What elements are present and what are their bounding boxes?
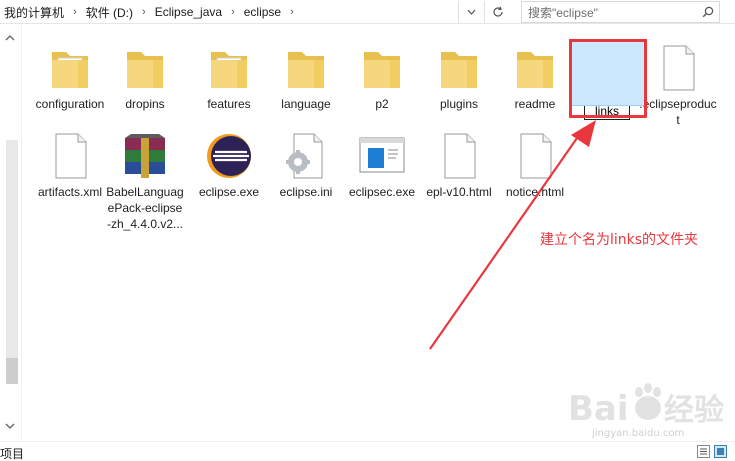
file-item-label: eclipse.exe xyxy=(198,185,260,199)
chevron-right-icon[interactable]: › xyxy=(285,6,299,18)
address-tools xyxy=(458,1,514,23)
file-item-dropins[interactable]: dropins xyxy=(106,40,184,112)
search-placeholder: 搜索"eclipse" xyxy=(528,5,598,20)
folder-icon xyxy=(431,40,487,96)
file-item-features[interactable]: features xyxy=(190,40,268,112)
file-item-label: features xyxy=(207,97,251,111)
annotation-text: 建立个名为links的文件夹 xyxy=(540,232,699,248)
file-item-label: p2 xyxy=(375,97,389,111)
refresh-icon[interactable] xyxy=(484,1,510,23)
file-item-artifacts-xml[interactable]: artifacts.xml xyxy=(31,128,109,200)
breadcrumb: 我的计算机 › 软件 (D:) › Eclipse_java › eclipse… xyxy=(0,0,480,24)
breadcrumb-computer[interactable]: 我的计算机 xyxy=(0,4,68,21)
folder-icon xyxy=(507,40,563,96)
watermark-url: jingyan.baidu.com xyxy=(592,428,685,439)
file-item-eclipse-ini[interactable]: eclipse.ini xyxy=(267,128,345,200)
file-item-label: plugins xyxy=(439,97,479,111)
file-item-label: BabelLanguagePack-eclipse-zh_4.4.0.v2... xyxy=(106,185,184,231)
file-item-label: configuration xyxy=(35,97,105,111)
status-bar: 项目 xyxy=(0,441,735,461)
file-icon xyxy=(507,128,563,184)
file-item-language[interactable]: language xyxy=(267,40,345,112)
winrar-archive-icon xyxy=(117,128,173,184)
chevron-down-icon[interactable] xyxy=(4,422,16,430)
address-bar: 我的计算机 › 软件 (D:) › Eclipse_java › eclipse… xyxy=(0,0,735,24)
search-input[interactable]: 搜索"eclipse" xyxy=(521,1,720,23)
file-item-p2[interactable]: p2 xyxy=(343,40,421,112)
breadcrumb-eclipse-java[interactable]: Eclipse_java xyxy=(151,5,226,19)
file-item-epl-v10-html[interactable]: epl-v10.html xyxy=(420,128,498,200)
file-icon xyxy=(431,128,487,184)
nav-scrollbar-track[interactable] xyxy=(6,140,18,360)
chevron-right-icon[interactable]: › xyxy=(68,6,82,18)
application-icon xyxy=(354,128,410,184)
file-item-label: eclipsec.exe xyxy=(348,185,416,199)
folder-icon xyxy=(201,40,257,96)
details-view-icon[interactable] xyxy=(697,445,710,458)
file-icon xyxy=(650,40,706,96)
file-item-notice-html[interactable]: notice.html xyxy=(496,128,574,200)
folder-icon xyxy=(278,40,334,96)
file-item-label: artifacts.xml xyxy=(37,185,102,199)
file-item-label: readme xyxy=(514,97,556,111)
file-item-eclipsec-exe[interactable]: eclipsec.exe xyxy=(343,128,421,200)
file-item-eclipse-exe[interactable]: eclipse.exe xyxy=(190,128,268,200)
file-icon xyxy=(42,128,98,184)
settings-file-icon xyxy=(278,128,334,184)
file-item-label: epl-v10.html xyxy=(426,185,492,199)
file-item-plugins[interactable]: plugins xyxy=(420,40,498,112)
file-item-label: dropins xyxy=(125,97,165,111)
folder-icon xyxy=(42,40,98,96)
file-item-label: .eclipseproduct xyxy=(639,97,717,127)
file-item-configuration[interactable]: configuration xyxy=(31,40,109,112)
svg-text:经验: 经验 xyxy=(664,393,724,428)
file-item-label: language xyxy=(281,97,331,111)
file-item-label: eclipse.ini xyxy=(279,185,333,199)
large-icons-view-icon[interactable] xyxy=(714,445,727,458)
file-item-eclipseproduct[interactable]: .eclipseproduct xyxy=(639,40,717,128)
eclipse-app-icon xyxy=(201,128,257,184)
chevron-up-icon[interactable] xyxy=(4,34,16,42)
chevron-right-icon[interactable]: › xyxy=(137,6,151,18)
search-icon[interactable] xyxy=(697,2,719,22)
file-item-label: notice.html xyxy=(505,185,565,199)
nav-scrollbar-thumb[interactable] xyxy=(6,358,18,384)
annotation-box xyxy=(569,39,647,118)
file-item-readme[interactable]: readme xyxy=(496,40,574,112)
breadcrumb-drive[interactable]: 软件 (D:) xyxy=(82,4,137,21)
status-text: 项目 xyxy=(0,447,25,461)
chevron-down-icon[interactable] xyxy=(458,1,484,23)
folder-icon xyxy=(117,40,173,96)
svg-text:Bai: Bai xyxy=(568,389,629,429)
folder-icon xyxy=(354,40,410,96)
chevron-right-icon[interactable]: › xyxy=(226,6,240,18)
breadcrumb-eclipse[interactable]: eclipse xyxy=(240,5,285,19)
file-item-babellanguagepack-eclipse-zh-4-4-0-v2[interactable]: BabelLanguagePack-eclipse-zh_4.4.0.v2... xyxy=(106,128,184,232)
navigation-pane xyxy=(0,24,22,441)
